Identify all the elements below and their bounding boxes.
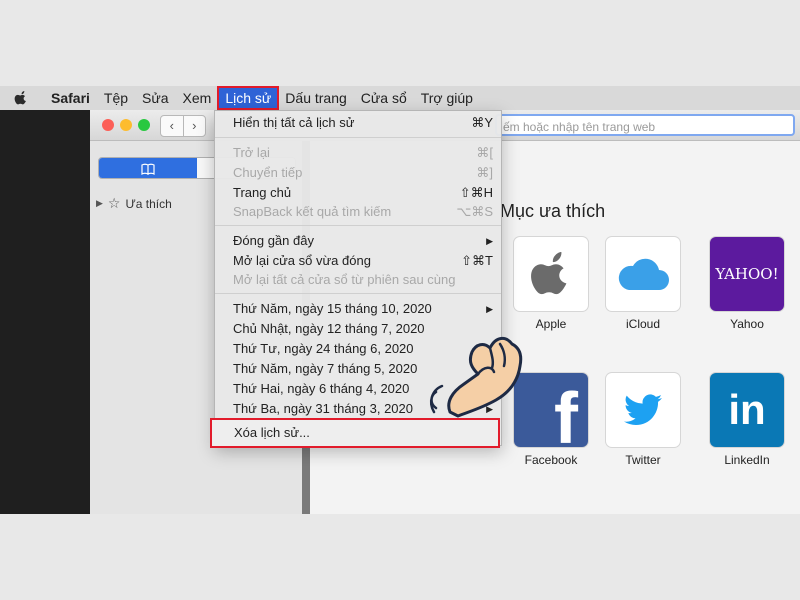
book-icon (141, 163, 155, 175)
favorites-title: Mục ưa thích (500, 201, 606, 221)
favorite-label: LinkedIn (724, 453, 770, 467)
forward-button[interactable]: › (182, 116, 206, 136)
menu-history[interactable]: Lịch sử (217, 86, 280, 110)
menu-item-show-all-history[interactable]: Hiển thị tất cả lịch sử ⌘Y (233, 113, 493, 133)
menu-item-label: Hiển thị tất cả lịch sử (233, 115, 355, 130)
twitter-logo (606, 373, 680, 447)
favorite-tile-twitter[interactable]: Twitter (606, 373, 680, 467)
bird-icon (624, 394, 662, 426)
favorite-tile-linkedin[interactable]: in LinkedIn (710, 373, 784, 467)
menu-separator (215, 293, 501, 294)
menu-item-label: SnapBack kết quả tìm kiếm (233, 204, 392, 219)
yahoo-logo-text: YAHOO! (715, 265, 779, 283)
menu-item-snapback: SnapBack kết quả tìm kiếm ⌥⌘S (233, 202, 493, 222)
pointing-hand-icon (430, 337, 523, 418)
menu-item-label: Thứ Hai, ngày 6 tháng 4, 2020 (233, 381, 410, 396)
menu-item-back: Trở lại ⌘[ (233, 143, 493, 163)
linkedin-logo: in (710, 373, 784, 447)
menu-item-label: Thứ Tư, ngày 24 tháng 6, 2020 (233, 341, 414, 356)
menu-bar: Safari Tệp Sửa Xem Lịch sử Dấu trang Cửa… (0, 86, 800, 111)
menu-item-label: Trang chủ (233, 185, 292, 200)
address-bar[interactable]: ếm hoặc nhập tên trang web (495, 114, 795, 136)
icloud-logo (606, 237, 680, 311)
nav-buttons: ‹ › (160, 115, 206, 137)
linkedin-logo-text: in (728, 386, 766, 433)
menu-item-label: Trở lại (233, 145, 270, 160)
menu-item-forward: Chuyển tiếp ⌘] (233, 163, 493, 183)
menu-help[interactable]: Trợ giúp (414, 87, 480, 109)
favorite-tile-icloud[interactable]: iCloud (606, 237, 680, 331)
favorite-label: Twitter (625, 453, 661, 467)
menu-file[interactable]: Tệp (97, 87, 135, 109)
menu-separator (215, 137, 501, 138)
apple-logo (514, 237, 588, 311)
submenu-arrow-icon: ▶ (486, 236, 493, 246)
menu-item-label: Mở lại tất cả cửa sổ từ phiên sau cùng (233, 272, 456, 287)
zoom-window-button[interactable] (138, 119, 150, 131)
favorite-tile-yahoo[interactable]: YAHOO! Yahoo (710, 237, 784, 331)
bookmarks-tab[interactable] (99, 158, 197, 178)
menu-edit[interactable]: Sửa (135, 87, 176, 109)
menu-item-label: Chủ Nhật, ngày 12 tháng 7, 2020 (233, 321, 425, 336)
apple-menu-icon[interactable] (14, 91, 28, 105)
menu-item-label: Thứ Ba, ngày 31 tháng 3, 2020 (233, 401, 414, 416)
facebook-logo-text: f (554, 379, 578, 447)
menu-safari[interactable]: Safari (44, 87, 97, 109)
disclosure-triangle-icon[interactable]: ▶ (96, 198, 103, 209)
favorite-tile-apple[interactable]: Apple (514, 237, 588, 331)
favorites-label: Ưa thích (125, 196, 172, 211)
menu-item-clear-history[interactable]: Xóa lịch sử... (210, 418, 500, 448)
menu-item-label: Chuyển tiếp (233, 165, 303, 180)
menu-item-home[interactable]: Trang chủ ⇧⌘H (233, 183, 493, 203)
back-button[interactable]: ‹ (161, 116, 183, 136)
menu-item-label: Mở lại cửa sổ vừa đóng (233, 253, 371, 268)
star-icon: ☆ (107, 195, 121, 211)
yahoo-logo: YAHOO! (710, 237, 784, 311)
menu-item-label: Thứ Năm, ngày 15 tháng 10, 2020 (233, 301, 432, 316)
favorite-label: Yahoo (730, 317, 764, 331)
cloud-icon (618, 258, 669, 290)
shortcut-label: ⌥⌘S (456, 204, 493, 219)
favorite-label: iCloud (625, 317, 661, 331)
menu-view[interactable]: Xem (176, 87, 219, 109)
shortcut-label: ⌘[ (476, 145, 493, 160)
menu-item-reopen-window[interactable]: Mở lại cửa sổ vừa đóng ⇧⌘T (233, 251, 493, 271)
shortcut-label: ⇧⌘H (459, 185, 493, 200)
submenu-arrow-icon: ▶ (486, 304, 493, 314)
desktop-background (0, 110, 90, 514)
menu-item-history-date[interactable]: Thứ Năm, ngày 15 tháng 10, 2020 ▶ (233, 299, 493, 319)
menu-item-label: Thứ Năm, ngày 7 tháng 5, 2020 (233, 361, 418, 376)
shortcut-label: ⇧⌘T (461, 253, 493, 268)
shortcut-label: ⌘Y (471, 115, 493, 130)
menu-item-label: Đóng gần đây (233, 233, 314, 248)
favorites-row[interactable]: ▶ ☆ Ưa thích (96, 195, 172, 212)
menu-item-reopen-all-windows: Mở lại tất cả cửa sổ từ phiên sau cùng (233, 270, 493, 290)
minimize-window-button[interactable] (120, 119, 132, 131)
menu-separator (215, 225, 501, 226)
menu-window[interactable]: Cửa sổ (354, 87, 414, 109)
apple-logo-icon (531, 252, 567, 295)
close-window-button[interactable] (102, 119, 114, 131)
favorite-label: Facebook (524, 453, 578, 467)
shortcut-label: ⌘] (476, 165, 493, 180)
menu-bookmarks[interactable]: Dấu trang (278, 87, 353, 109)
menu-item-recently-closed[interactable]: Đóng gần đây ▶ (233, 231, 493, 251)
screen: Safari Tệp Sửa Xem Lịch sử Dấu trang Cửa… (0, 86, 800, 514)
